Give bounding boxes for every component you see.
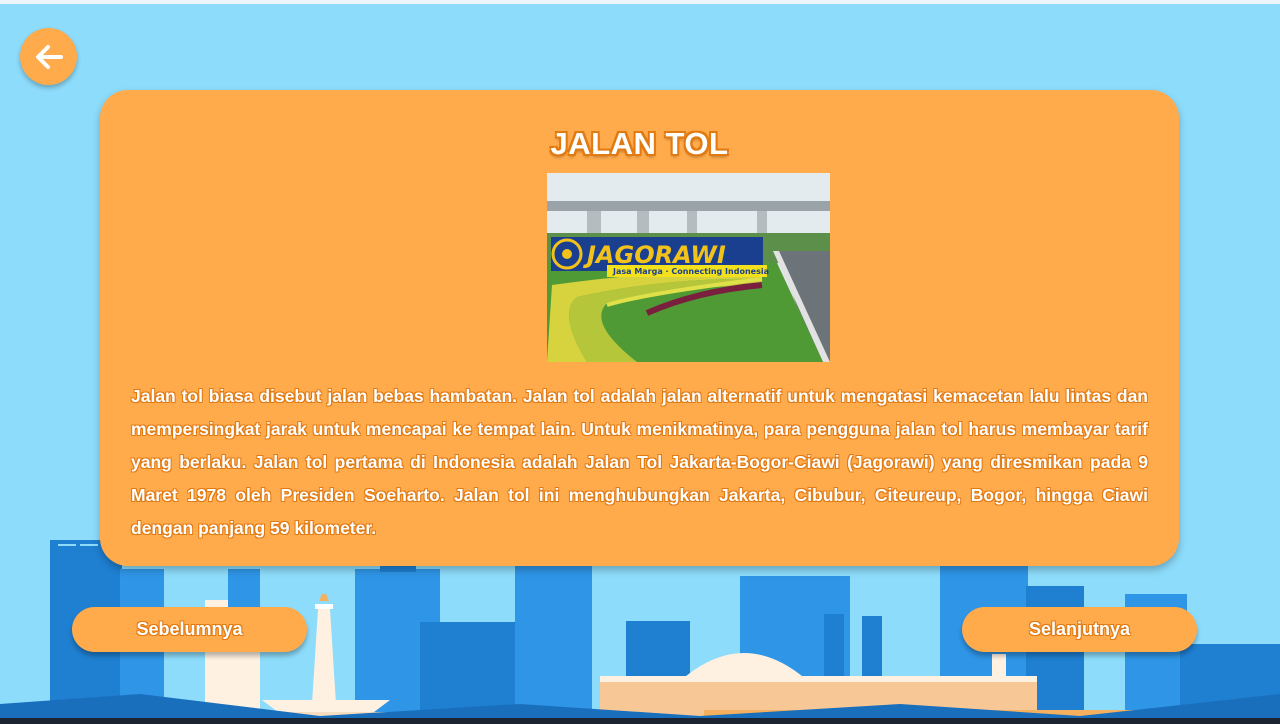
- previous-button[interactable]: Sebelumnya: [72, 607, 307, 652]
- info-card: JALAN TOL JAGORAWI Jasa Marga · Connecti…: [100, 90, 1179, 566]
- next-button[interactable]: Selanjutnya: [962, 607, 1197, 652]
- back-button[interactable]: [20, 28, 77, 85]
- bottom-strip: [0, 718, 1280, 724]
- page-title: JALAN TOL: [550, 126, 729, 161]
- next-button-label: Selanjutnya: [1028, 619, 1131, 639]
- jagorawi-toll-road-photo: JAGORAWI Jasa Marga · Connecting Indones…: [547, 173, 830, 362]
- app-stage: JALAN TOL JAGORAWI Jasa Marga · Connecti…: [0, 4, 1280, 724]
- svg-text:JAGORAWI: JAGORAWI: [583, 241, 726, 269]
- svg-text:Jasa Marga · Connecting Indone: Jasa Marga · Connecting Indonesia: [612, 267, 769, 276]
- arrow-left-icon: [35, 44, 63, 69]
- description-text: Jalan tol biasa disebut jalan bebas hamb…: [131, 386, 1148, 538]
- previous-button-label: Sebelumnya: [136, 619, 243, 639]
